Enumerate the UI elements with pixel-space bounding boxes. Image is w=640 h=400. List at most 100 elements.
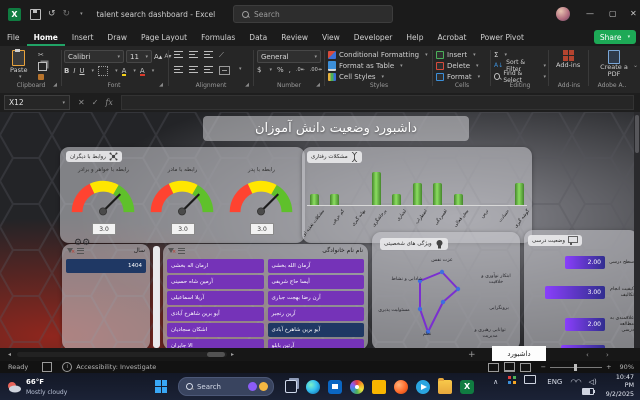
- name-box[interactable]: X12▾: [4, 95, 70, 110]
- clock[interactable]: 10:47 PM 9/2/2025: [606, 374, 634, 400]
- year-slicer-item[interactable]: 1404: [66, 259, 146, 273]
- qat-customize-icon[interactable]: ▾: [80, 11, 83, 17]
- tab-file[interactable]: File: [0, 28, 27, 46]
- name-slicer-item[interactable]: آرتین بابلو: [268, 339, 365, 348]
- slicer-scrollbar[interactable]: [153, 246, 160, 348]
- minimize-button[interactable]: —: [586, 9, 594, 18]
- new-sheet-button[interactable]: +: [468, 350, 476, 360]
- name-slicer-item[interactable]: ارمان اله بخشی: [167, 259, 264, 273]
- tab-view[interactable]: View: [315, 28, 347, 46]
- alignment-dialog-launcher[interactable]: ◢: [245, 82, 249, 88]
- align-middle-icon[interactable]: [189, 51, 198, 58]
- edge-icon[interactable]: [306, 380, 320, 394]
- name-slicer-item-selected[interactable]: آیو برین شاهرخ آبادی: [268, 323, 365, 337]
- multiselect-icon[interactable]: [178, 248, 185, 254]
- italic-button[interactable]: I: [73, 67, 75, 75]
- font-size-select[interactable]: 11▾: [126, 50, 152, 63]
- formula-input[interactable]: [121, 95, 634, 110]
- fx-icon[interactable]: fx: [105, 98, 112, 107]
- accounting-format-icon[interactable]: $: [257, 66, 261, 74]
- orientation-icon[interactable]: ⟋: [219, 51, 224, 60]
- name-slicer-item[interactable]: آرین رنجبر: [268, 307, 365, 321]
- battery-icon[interactable]: [582, 388, 594, 395]
- find-select-button[interactable]: Find & Select▾: [494, 71, 546, 82]
- keyboard-tray-icon[interactable]: [524, 375, 536, 384]
- tab-help[interactable]: Help: [399, 28, 430, 46]
- align-left-icon[interactable]: [174, 66, 183, 73]
- format-painter-icon[interactable]: [38, 74, 44, 80]
- hscroll-left-icon[interactable]: ◂: [8, 351, 11, 358]
- insert-cells-button[interactable]: Insert▾: [436, 49, 476, 60]
- tab-formulas[interactable]: Formulas: [194, 28, 242, 46]
- name-slicer-item[interactable]: آیو برین شاهرخ آبادی: [167, 307, 264, 321]
- font-name-select[interactable]: Calibri▾: [64, 50, 124, 63]
- vertical-scrollbar[interactable]: [634, 112, 640, 348]
- taskbar-search[interactable]: Search: [178, 377, 274, 396]
- undo-icon[interactable]: ↺: [48, 9, 56, 19]
- volume-icon[interactable]: ◁): [589, 378, 597, 386]
- cut-icon[interactable]: ✂: [38, 51, 47, 59]
- zoom-out-icon[interactable]: −: [541, 363, 546, 371]
- zoom-in-icon[interactable]: +: [606, 363, 611, 371]
- yellow-app-icon[interactable]: [372, 380, 386, 394]
- tab-data[interactable]: Data: [242, 28, 274, 46]
- name-slicer-item[interactable]: آریلا اسماعیلی: [167, 291, 264, 305]
- comma-style-icon[interactable]: ,: [289, 66, 291, 74]
- autosum-icon[interactable]: Σ: [494, 51, 498, 59]
- macro-record-icon[interactable]: [42, 362, 52, 372]
- grow-font-icon[interactable]: A▴: [154, 53, 162, 61]
- decrease-decimal-icon[interactable]: .00↠: [310, 67, 322, 73]
- merge-center-icon[interactable]: [219, 66, 230, 75]
- weather-widget[interactable]: 66°F Mostly cloudy: [6, 377, 147, 396]
- start-button[interactable]: [155, 380, 167, 393]
- share-button[interactable]: Share▾: [594, 30, 636, 44]
- fill-color-icon[interactable]: A: [122, 67, 127, 76]
- tab-draw[interactable]: Draw: [100, 28, 134, 46]
- page-layout-view-icon[interactable]: [504, 362, 515, 372]
- cancel-icon[interactable]: ✕: [78, 98, 85, 107]
- close-button[interactable]: ✕: [630, 9, 637, 18]
- format-cells-button[interactable]: Format▾: [436, 71, 480, 82]
- align-center-icon[interactable]: [189, 66, 198, 73]
- name-slicer-item[interactable]: اشکان سجادیان: [167, 323, 264, 337]
- align-right-icon[interactable]: [204, 66, 213, 73]
- zoom-slider[interactable]: [550, 367, 602, 368]
- wifi-icon[interactable]: ◠◠: [570, 378, 580, 386]
- name-slicer-item[interactable]: آرن رضا بهجت جباری: [268, 291, 365, 305]
- photos-icon[interactable]: [350, 380, 364, 394]
- search-box[interactable]: Search: [233, 5, 393, 23]
- browser-icon[interactable]: [394, 380, 408, 394]
- format-as-table-button[interactable]: Format as Table▾: [328, 60, 403, 71]
- copy-icon[interactable]: [38, 62, 47, 71]
- save-icon[interactable]: [30, 9, 41, 20]
- tab-page-layout[interactable]: Page Layout: [134, 28, 194, 46]
- conditional-formatting-button[interactable]: Conditional Formatting▾: [328, 49, 428, 60]
- tab-home[interactable]: Home: [27, 28, 65, 46]
- sheet-nav-right-icon[interactable]: ›: [606, 351, 609, 359]
- redo-icon[interactable]: ↻: [63, 9, 71, 19]
- enter-icon[interactable]: ✓: [92, 98, 99, 107]
- align-top-icon[interactable]: [174, 51, 183, 58]
- font-color-icon[interactable]: A: [140, 67, 145, 76]
- horizontal-scrollbar[interactable]: [17, 352, 227, 357]
- align-bottom-icon[interactable]: [204, 51, 213, 58]
- paste-button[interactable]: Paste▾: [10, 50, 28, 80]
- excel-taskbar-icon[interactable]: X: [460, 380, 474, 394]
- clear-filter-icon[interactable]: [168, 248, 174, 253]
- name-slicer-item[interactable]: آرمان الله بخشی: [268, 259, 365, 273]
- name-slicer-item[interactable]: آرمین شاه حسینی: [167, 275, 264, 289]
- name-slicer-item[interactable]: آیسا حاج شریفی: [268, 275, 365, 289]
- tab-acrobat[interactable]: Acrobat: [430, 28, 473, 46]
- teams-tray-icon[interactable]: [508, 376, 516, 384]
- store-icon[interactable]: [328, 380, 342, 394]
- tab-review[interactable]: Review: [274, 28, 315, 46]
- number-format-select[interactable]: General▾: [257, 50, 321, 63]
- ribbon-collapse-icon[interactable]: ⌄: [633, 62, 638, 69]
- sheet-nav-left-icon[interactable]: ‹: [586, 351, 589, 359]
- multiselect-icon[interactable]: [77, 248, 84, 254]
- font-dialog-launcher[interactable]: ◢: [159, 82, 163, 88]
- tab-insert[interactable]: Insert: [65, 28, 101, 46]
- increase-decimal-icon[interactable]: .0↞: [296, 67, 305, 73]
- number-dialog-launcher[interactable]: ◢: [316, 82, 320, 88]
- add-ins-button[interactable]: Add-ins: [556, 50, 580, 69]
